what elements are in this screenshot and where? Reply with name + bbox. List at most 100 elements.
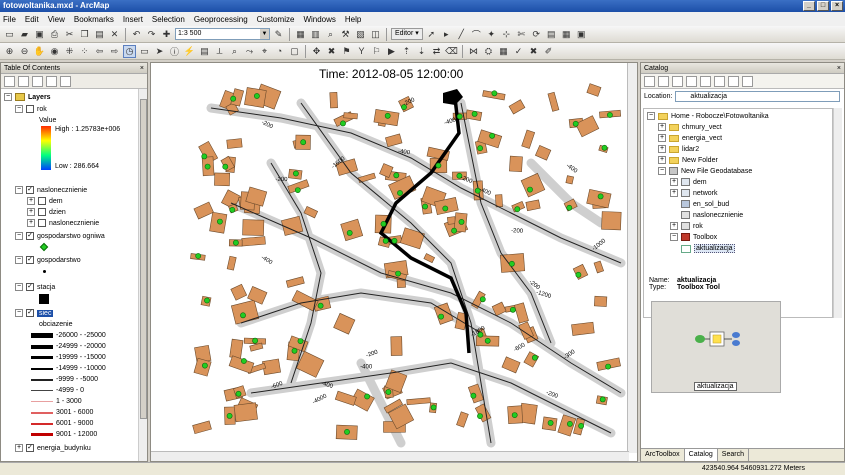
options-icon[interactable]	[60, 75, 71, 87]
validate-icon[interactable]: ✓	[512, 45, 525, 58]
menu-edit[interactable]: Edit	[25, 15, 39, 24]
list-by-selection-icon[interactable]	[46, 75, 57, 87]
expand-icon[interactable]: +	[670, 178, 678, 186]
reshape-icon[interactable]: ✐	[542, 45, 555, 58]
close-icon[interactable]: ×	[837, 63, 841, 74]
collapse-icon[interactable]: −	[15, 256, 23, 264]
map-topology-icon[interactable]: ✖	[527, 45, 540, 58]
collapse-icon[interactable]: −	[15, 283, 23, 291]
menu-insert[interactable]: Insert	[123, 15, 143, 24]
collapse-icon[interactable]: −	[15, 186, 23, 194]
flow-direction-icon[interactable]: ⇄	[430, 45, 443, 58]
toc-scrollbar[interactable]	[138, 89, 147, 461]
options-icon[interactable]	[742, 75, 753, 87]
print-icon[interactable]: ⎙	[48, 28, 61, 41]
tree-item-naslonecznienie[interactable]: naslonecznienie	[681, 211, 743, 219]
copy-icon[interactable]: ❐	[78, 28, 91, 41]
fix-error-icon[interactable]: ⛭	[482, 45, 495, 58]
layer-checkbox[interactable]: ✓	[26, 256, 34, 264]
close-icon[interactable]: ×	[140, 63, 144, 74]
attributes-icon[interactable]: ▤	[545, 28, 558, 41]
delete-icon[interactable]: ✕	[108, 28, 121, 41]
expand-icon[interactable]: +	[27, 197, 35, 205]
connect-folder-icon[interactable]	[700, 75, 711, 87]
pan-icon[interactable]: ✋	[33, 45, 46, 58]
expand-icon[interactable]: +	[658, 134, 666, 142]
expand-icon[interactable]: +	[658, 145, 666, 153]
menu-view[interactable]: View	[48, 15, 65, 24]
straight-segment-icon[interactable]: ╱	[455, 28, 468, 41]
split-icon[interactable]: ✄	[515, 28, 528, 41]
map-canvas[interactable]: -300-400-200-4000-1600-400-200-400-1000-…	[151, 63, 629, 453]
map-scale-combo[interactable]: 1:3 500 ▼	[175, 28, 270, 40]
new-document-icon[interactable]: ▭	[3, 28, 16, 41]
expand-icon[interactable]: +	[658, 156, 666, 164]
edit-annotation-icon[interactable]: ▸	[440, 28, 453, 41]
time-window-icon[interactable]: ◔	[273, 45, 286, 58]
upstream-icon[interactable]: ⇡	[400, 45, 413, 58]
back-icon[interactable]	[644, 75, 655, 87]
tree-item-network[interactable]: + network	[670, 189, 718, 197]
layer-naslonecznienie[interactable]: + naslonecznienie	[27, 219, 99, 227]
collapse-icon[interactable]: −	[4, 93, 12, 101]
views-icon[interactable]	[728, 75, 739, 87]
collapse-icon[interactable]: −	[15, 309, 23, 317]
toggle-contents-icon[interactable]	[714, 75, 725, 87]
add-data-icon[interactable]: ✚	[160, 28, 173, 41]
menu-bookmarks[interactable]: Bookmarks	[74, 15, 114, 24]
layer-gospodarstwo[interactable]: − ✓ gospodarstwo	[15, 256, 81, 264]
home-icon[interactable]	[686, 75, 697, 87]
forward-icon[interactable]: ⇨	[108, 45, 121, 58]
edit-tool-icon[interactable]: ➚	[425, 28, 438, 41]
tree-item-lidar2[interactable]: + lidar2	[658, 145, 699, 153]
select-elements-icon[interactable]: ➤	[153, 45, 166, 58]
topology-icon[interactable]: ⋈	[467, 45, 480, 58]
layer-dzien[interactable]: + dzien	[27, 208, 66, 216]
layer-checkbox[interactable]: ✓	[26, 444, 34, 452]
forward-icon[interactable]	[658, 75, 669, 87]
goto-xy-icon[interactable]: ⌖	[258, 45, 271, 58]
network-barrier-icon[interactable]: ✖	[325, 45, 338, 58]
redo-icon[interactable]: ↷	[145, 28, 158, 41]
map-vertical-scrollbar[interactable]	[627, 63, 637, 453]
scroll-thumb[interactable]	[140, 99, 147, 419]
modelbuilder-icon[interactable]: ◫	[369, 28, 382, 41]
list-by-source-icon[interactable]	[18, 75, 29, 87]
paste-icon[interactable]: ▤	[93, 28, 106, 41]
collapse-icon[interactable]: −	[647, 112, 655, 120]
menu-help[interactable]: Help	[345, 15, 361, 24]
catalog-tree-scrollbar[interactable]	[833, 108, 842, 318]
layer-checkbox[interactable]: ✓	[26, 283, 34, 291]
tree-item-geodatabase[interactable]: − New File Geodatabase	[658, 167, 752, 175]
collapse-icon[interactable]: −	[670, 233, 678, 241]
expand-icon[interactable]: +	[27, 219, 35, 227]
collapse-icon[interactable]: −	[15, 105, 23, 113]
layers-group[interactable]: − Layers	[4, 93, 51, 101]
curve-icon[interactable]: ⌒	[470, 28, 483, 41]
python-icon[interactable]: ▧	[354, 28, 367, 41]
tree-item-toolbox[interactable]: − Toolbox	[670, 233, 717, 241]
save-icon[interactable]: ▣	[33, 28, 46, 41]
layer-stacja[interactable]: − ✓ stacja	[15, 283, 55, 291]
expand-icon[interactable]: +	[670, 222, 678, 230]
tab-arctoolbox[interactable]: ArcToolbox	[641, 449, 685, 461]
layer-dem[interactable]: + dem	[27, 197, 63, 205]
layer-checkbox[interactable]: ✓	[26, 309, 34, 317]
menu-windows[interactable]: Windows	[303, 15, 335, 24]
minimize-button[interactable]: _	[803, 1, 815, 11]
clear-flags-icon[interactable]: ⌫	[445, 45, 458, 58]
junction-flag-icon[interactable]: ⚑	[340, 45, 353, 58]
viewer-window-icon[interactable]: ▢	[288, 45, 301, 58]
menu-selection[interactable]: Selection	[152, 15, 185, 24]
menu-customize[interactable]: Customize	[257, 15, 295, 24]
zoom-in-icon[interactable]: ⊕	[3, 45, 16, 58]
layer-checkbox[interactable]	[38, 197, 46, 205]
hyperlink-icon[interactable]: ⚡	[183, 45, 196, 58]
full-extent-icon[interactable]: ◉	[48, 45, 61, 58]
undo-icon[interactable]: ↶	[130, 28, 143, 41]
maximize-button[interactable]: □	[817, 1, 829, 11]
table-icon[interactable]: ▦	[294, 28, 307, 41]
layer-checkbox[interactable]	[26, 105, 34, 113]
layer-checkbox[interactable]: ✓	[26, 232, 34, 240]
layer-rok[interactable]: − rok	[15, 105, 47, 113]
